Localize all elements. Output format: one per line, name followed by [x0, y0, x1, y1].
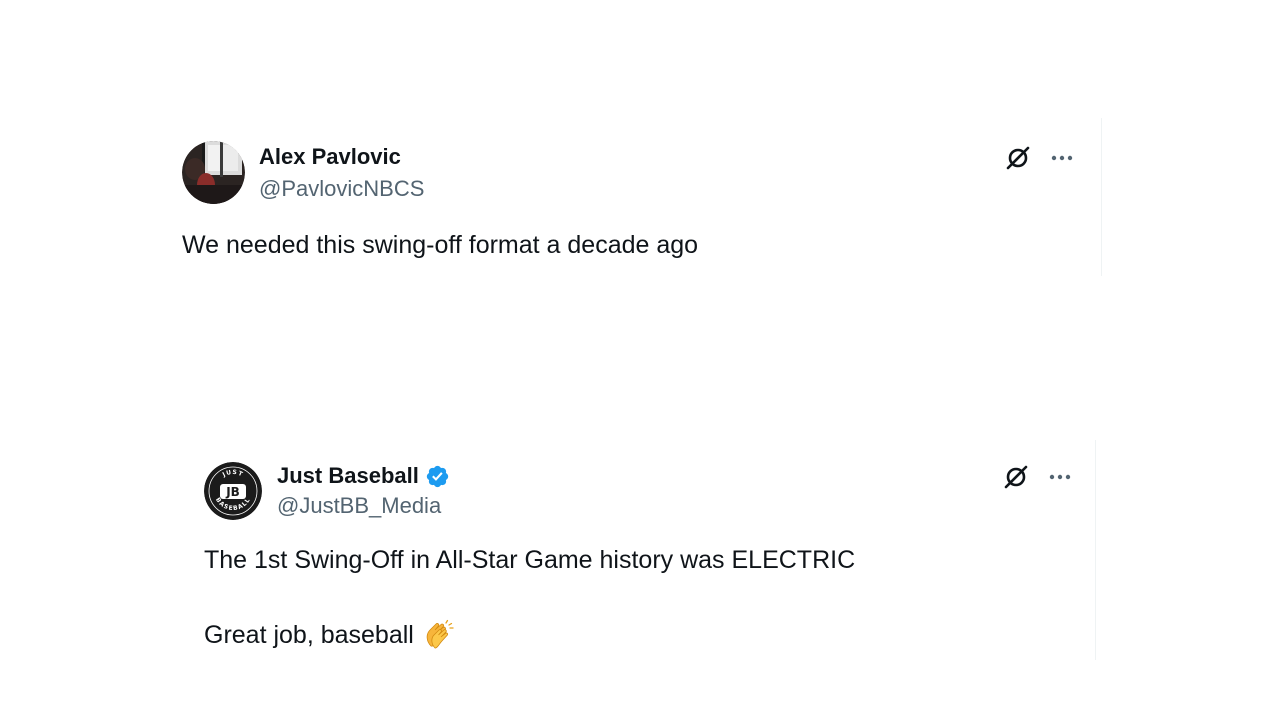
clapping-hands-icon: [426, 619, 454, 649]
more-options-icon: [1051, 155, 1073, 161]
more-options-button[interactable]: [1046, 463, 1074, 491]
avatar-photo: [182, 141, 245, 204]
verified-badge-icon: [426, 465, 449, 487]
more-options-button[interactable]: [1048, 144, 1076, 172]
just-baseball-logo: JUST BASEBALL JB: [204, 462, 262, 520]
grok-button[interactable]: [1002, 463, 1030, 491]
avatar[interactable]: [182, 141, 245, 204]
grok-icon: [1006, 146, 1030, 170]
logo-center-text: JB: [225, 485, 240, 499]
tweet-actions: [1002, 463, 1074, 491]
author-display-name[interactable]: Just Baseball: [277, 463, 419, 489]
author-handle[interactable]: @JustBB_Media: [277, 493, 441, 519]
grok-icon: [1004, 465, 1028, 489]
tweet-actions: [1004, 144, 1076, 172]
author-display-name[interactable]: Alex Pavlovic: [259, 144, 401, 170]
author-handle[interactable]: @PavlovicNBCS: [259, 176, 424, 202]
avatar[interactable]: JUST BASEBALL JB: [204, 462, 262, 520]
tweet-text: We needed this swing-off format a decade…: [182, 231, 699, 259]
grok-button[interactable]: [1004, 144, 1032, 172]
card-border: [1095, 440, 1096, 660]
tweet-text-line-2-text: Great job, baseball: [204, 621, 414, 649]
author-name-row: Just Baseball: [277, 463, 450, 489]
tweet-text-line-1: The 1st Swing-Off in All-Star Game histo…: [204, 546, 856, 574]
tweet-card-just-baseball[interactable]: JUST BASEBALL JB Just Baseball @JustBB_M…: [204, 440, 1096, 660]
tweet-card-pavlovic[interactable]: Alex Pavlovic @PavlovicNBCS We needed th…: [182, 118, 1102, 276]
author-name-row: Alex Pavlovic: [259, 144, 401, 170]
tweet-text-line-2: Great job, baseball: [204, 619, 454, 651]
card-border: [1101, 118, 1102, 276]
more-options-icon: [1049, 474, 1071, 480]
